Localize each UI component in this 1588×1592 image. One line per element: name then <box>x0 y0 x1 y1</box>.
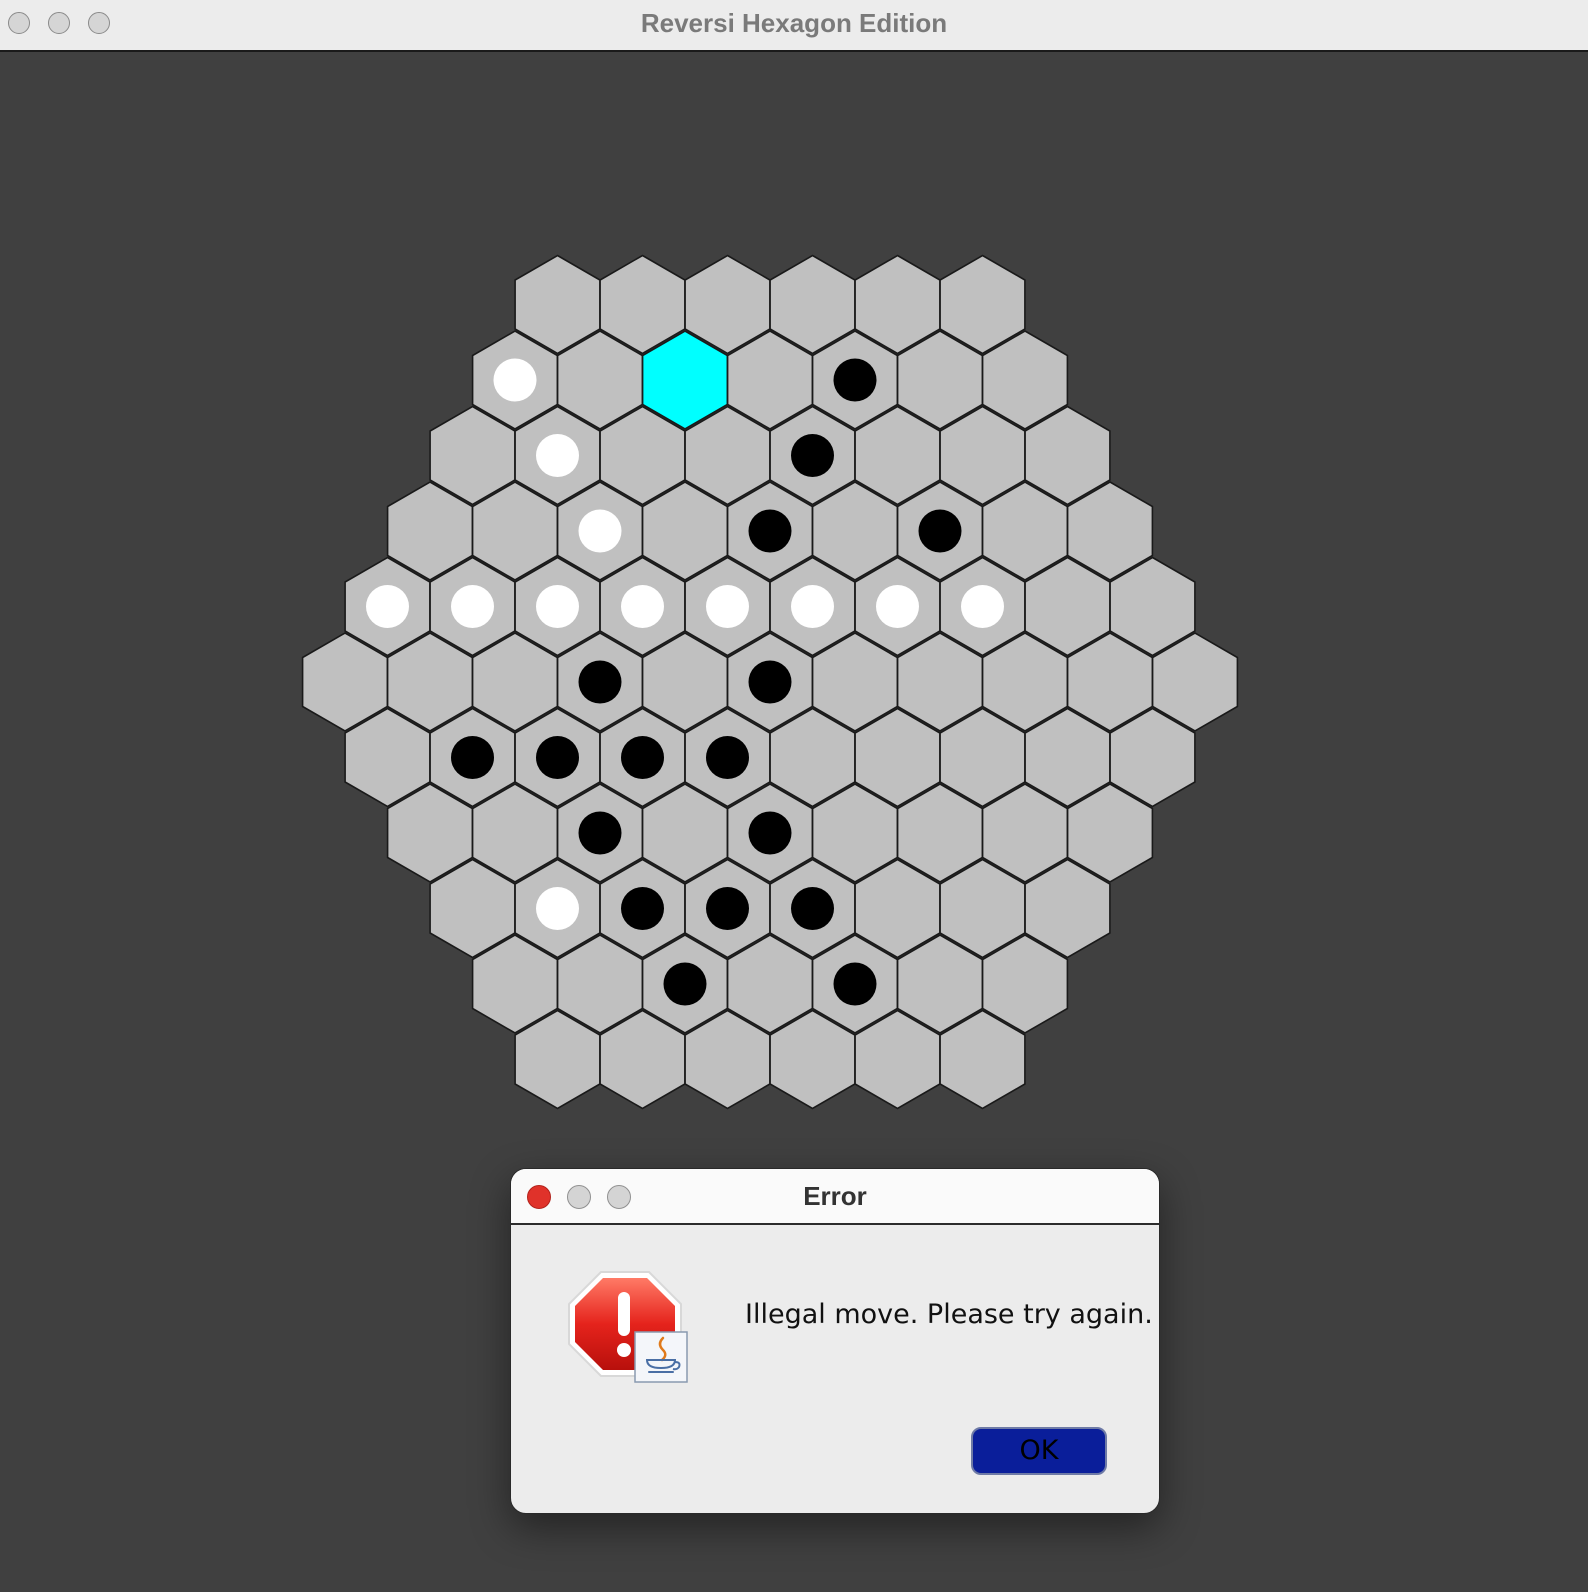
black-piece <box>621 887 664 930</box>
white-piece <box>366 585 409 628</box>
dialog-title: Error <box>803 1181 867 1211</box>
black-piece <box>706 887 749 930</box>
white-piece <box>493 358 537 402</box>
white-piece <box>536 585 579 628</box>
white-piece <box>706 585 749 628</box>
black-piece <box>918 509 962 553</box>
java-cup-icon <box>634 1331 688 1383</box>
black-piece <box>833 962 877 1006</box>
black-piece <box>536 736 579 779</box>
dialog-titlebar: Error <box>511 1169 1159 1225</box>
black-piece <box>748 509 792 553</box>
black-piece <box>663 962 707 1006</box>
black-piece <box>791 887 834 930</box>
black-piece <box>748 660 792 704</box>
black-piece <box>833 358 877 402</box>
white-piece <box>451 585 494 628</box>
black-piece <box>791 434 834 477</box>
dialog-message: Illegal move. Please try again. <box>745 1299 1153 1330</box>
error-stop-icon <box>568 1271 688 1383</box>
white-piece <box>961 585 1004 628</box>
ok-button[interactable]: OK <box>971 1427 1107 1475</box>
black-piece <box>748 811 792 855</box>
error-dialog: Error Illegal move. Please try again. OK <box>510 1168 1160 1514</box>
white-piece <box>621 585 664 628</box>
white-piece <box>791 585 834 628</box>
black-piece <box>578 811 622 855</box>
black-piece <box>706 736 749 779</box>
black-piece <box>621 736 664 779</box>
black-piece <box>451 736 494 779</box>
white-piece <box>536 434 579 477</box>
white-piece <box>536 887 579 930</box>
white-piece <box>578 509 622 553</box>
black-piece <box>578 660 622 704</box>
white-piece <box>876 585 919 628</box>
